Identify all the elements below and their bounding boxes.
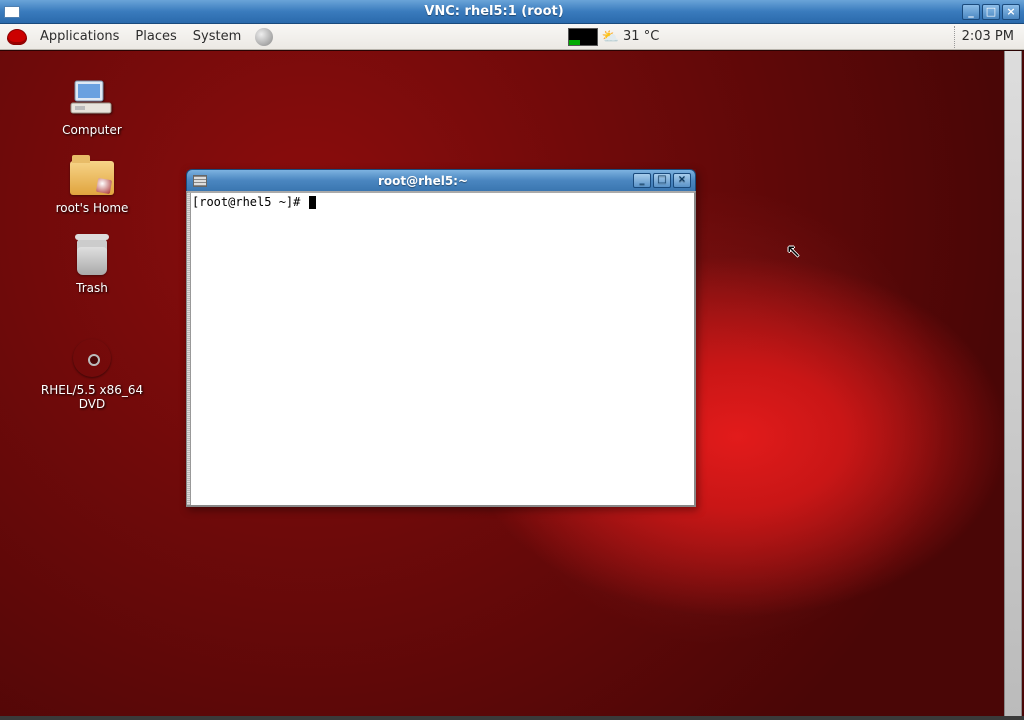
terminal-maximize-button[interactable]: □: [653, 173, 671, 188]
terminal-close-button[interactable]: ×: [673, 173, 691, 188]
desktop[interactable]: Computer root's Home Trash RHEL/5.5 x86_…: [0, 50, 1024, 716]
applet-icon[interactable]: [255, 28, 273, 46]
vnc-maximize-button[interactable]: □: [982, 4, 1000, 20]
system-monitor-applet[interactable]: [568, 28, 598, 46]
redhat-icon[interactable]: [8, 30, 26, 44]
terminal-scrollbar[interactable]: [187, 193, 191, 505]
weather-icon[interactable]: ⛅: [602, 29, 619, 45]
menu-places[interactable]: Places: [127, 24, 184, 50]
desktop-icon-label: RHEL/5.5 x86_64 DVD: [32, 383, 152, 411]
vnc-minimize-button[interactable]: _: [962, 4, 980, 20]
vnc-title: VNC: rhel5:1 (root): [26, 4, 962, 19]
desktop-icon-home[interactable]: root's Home: [32, 157, 152, 215]
terminal-prompt: [root@rhel5 ~]#: [192, 195, 308, 209]
dvd-icon: [73, 339, 111, 377]
desktop-icon-label: Computer: [32, 123, 152, 137]
trash-icon: [77, 239, 107, 275]
terminal-title: root@rhel5:~: [213, 174, 633, 188]
terminal-window[interactable]: root@rhel5:~ _ □ × [root@rhel5 ~]#: [186, 169, 696, 507]
window-icon: [4, 6, 20, 18]
desktop-icon-computer[interactable]: Computer: [32, 79, 152, 137]
desktop-icon-trash[interactable]: Trash: [32, 237, 152, 295]
terminal-minimize-button[interactable]: _: [633, 173, 651, 188]
terminal-icon: [193, 175, 207, 187]
terminal-titlebar[interactable]: root@rhel5:~ _ □ ×: [186, 169, 696, 191]
bottom-panel-edge: [0, 716, 1024, 720]
menu-applications[interactable]: Applications: [32, 24, 127, 50]
desktop-icon-dvd[interactable]: RHEL/5.5 x86_64 DVD: [32, 337, 152, 411]
vnc-close-button[interactable]: ×: [1002, 4, 1020, 20]
gnome-top-panel: Applications Places System ⛅ 31 °C 2:03 …: [0, 24, 1024, 50]
panel-clock[interactable]: 2:03 PM: [962, 29, 1024, 44]
home-folder-icon: [70, 161, 114, 195]
desktop-icon-label: root's Home: [32, 201, 152, 215]
terminal-cursor: [309, 196, 316, 209]
computer-icon: [68, 79, 116, 119]
terminal-body[interactable]: [root@rhel5 ~]#: [186, 191, 696, 507]
vnc-titlebar[interactable]: VNC: rhel5:1 (root) _ □ ×: [0, 0, 1024, 24]
weather-temp[interactable]: 31 °C: [623, 29, 659, 44]
desktop-icon-label: Trash: [32, 281, 152, 295]
menu-system[interactable]: System: [185, 24, 249, 50]
